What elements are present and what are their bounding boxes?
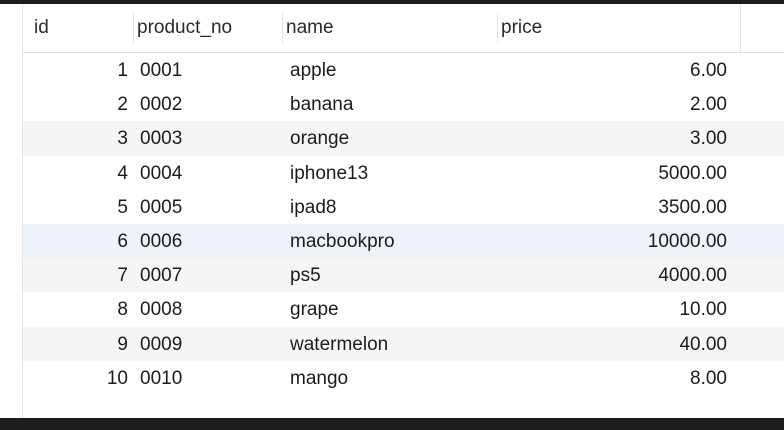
cell-name[interactable]: orange (290, 121, 490, 155)
result-grid: id product_no name price 1 0001 apple 6.00 2… (0, 4, 784, 418)
cell-product-no[interactable]: 0002 (140, 87, 280, 121)
grid-body: 1 0001 apple 6.00 2 0002 banana 2.00 3 0003 orange… (0, 53, 784, 395)
cell-product-no[interactable]: 0007 (140, 258, 280, 292)
cell-name[interactable]: iphone13 (290, 156, 490, 190)
column-header-id[interactable]: id (30, 4, 135, 52)
table-row[interactable]: 3 0003 orange 3.00 (0, 121, 784, 156)
cell-name[interactable]: mango (290, 361, 490, 395)
table-row[interactable]: 5 0005 ipad8 3500.00 (0, 190, 784, 224)
window-frame: id product_no name price 1 0001 apple 6.00 2… (0, 0, 784, 430)
column-header-name[interactable]: name (282, 4, 497, 52)
cell-product-no[interactable]: 0004 (140, 156, 280, 190)
cell-product-no[interactable]: 0003 (140, 121, 280, 155)
table-row[interactable]: 7 0007 ps5 4000.00 (0, 258, 784, 293)
cell-price[interactable]: 40.00 (500, 327, 727, 361)
table-row[interactable]: 1 0001 apple 6.00 (0, 53, 784, 87)
cell-id[interactable]: 7 (22, 258, 128, 292)
table-row[interactable]: 9 0009 watermelon 40.00 (0, 326, 784, 361)
table-row[interactable]: 2 0002 banana 2.00 (0, 87, 784, 121)
table-row[interactable]: 6 0006 macbookpro 10000.00 (0, 223, 784, 259)
cell-name[interactable]: grape (290, 292, 490, 326)
column-header-price[interactable]: price (497, 4, 740, 52)
cell-name[interactable]: banana (290, 87, 490, 121)
cell-name[interactable]: ps5 (290, 258, 490, 292)
cell-id[interactable]: 1 (22, 53, 128, 87)
grid-header: id product_no name price (0, 4, 784, 53)
cell-price[interactable]: 10.00 (500, 292, 727, 326)
cell-product-no[interactable]: 0005 (140, 190, 280, 224)
cell-price[interactable]: 5000.00 (500, 156, 727, 190)
cell-price[interactable]: 3.00 (500, 121, 727, 155)
cell-price[interactable]: 8.00 (500, 361, 727, 395)
cell-name[interactable]: macbookpro (290, 224, 490, 258)
cell-price[interactable]: 3500.00 (500, 190, 727, 224)
cell-name[interactable]: watermelon (290, 327, 490, 361)
cell-id[interactable]: 2 (22, 87, 128, 121)
cell-name[interactable]: apple (290, 53, 490, 87)
cell-product-no[interactable]: 0009 (140, 327, 280, 361)
cell-id[interactable]: 3 (22, 121, 128, 155)
cell-product-no[interactable]: 0001 (140, 53, 280, 87)
cell-price[interactable]: 6.00 (500, 53, 727, 87)
cell-product-no[interactable]: 0008 (140, 292, 280, 326)
cell-id[interactable]: 6 (22, 224, 128, 258)
table-row[interactable]: 4 0004 iphone13 5000.00 (0, 156, 784, 190)
column-header-product-no[interactable]: product_no (133, 4, 283, 52)
status-bar (0, 418, 784, 430)
cell-id[interactable]: 8 (22, 292, 128, 326)
cell-id[interactable]: 9 (22, 327, 128, 361)
cell-product-no[interactable]: 0006 (140, 224, 280, 258)
cell-price[interactable]: 10000.00 (500, 224, 727, 258)
table-row[interactable]: 8 0008 grape 10.00 (0, 292, 784, 326)
cell-product-no[interactable]: 0010 (140, 361, 280, 395)
cell-id[interactable]: 5 (22, 190, 128, 224)
table-row[interactable]: 10 0010 mango 8.00 (0, 361, 784, 395)
cell-price[interactable]: 2.00 (500, 87, 727, 121)
cell-name[interactable]: ipad8 (290, 190, 490, 224)
column-divider[interactable] (740, 4, 741, 52)
row-gutter (0, 4, 23, 418)
cell-id[interactable]: 4 (22, 156, 128, 190)
cell-price[interactable]: 4000.00 (500, 258, 727, 292)
cell-id[interactable]: 10 (22, 361, 128, 395)
